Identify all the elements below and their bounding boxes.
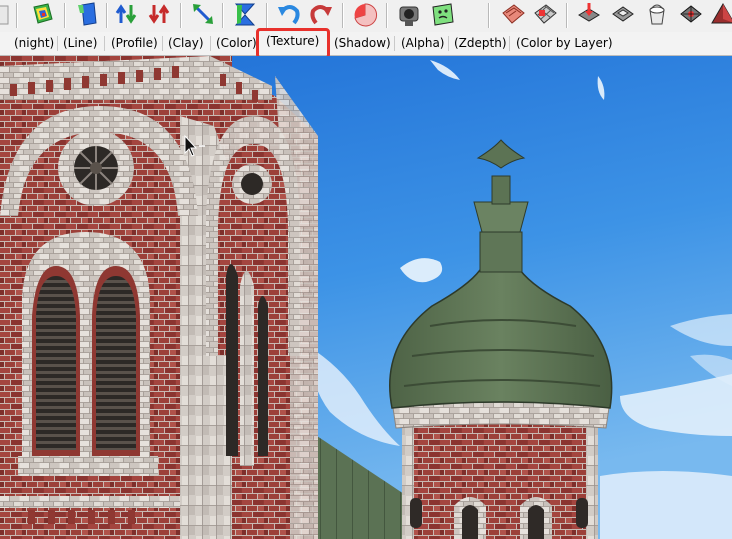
hourglass-icon[interactable] xyxy=(232,1,258,28)
pyramid-icon[interactable] xyxy=(710,1,732,28)
render-mode-bar: ( (night) (Line) (Profile) (Clay) (Color… xyxy=(0,32,732,56)
tab-separator xyxy=(394,36,395,51)
move-up-down-icon[interactable] xyxy=(114,1,140,28)
tab-separator xyxy=(448,36,449,51)
compass-icon[interactable] xyxy=(678,1,704,28)
tab-separator xyxy=(162,36,163,51)
main-tower xyxy=(0,56,318,539)
toolbar-separator xyxy=(266,3,268,28)
tab-color-by-layer[interactable]: (Color by Layer) xyxy=(516,35,613,52)
toolbar-separator xyxy=(488,3,490,28)
face-map-icon[interactable] xyxy=(430,1,456,28)
toolbar-separator xyxy=(566,3,568,28)
tab-profile[interactable]: (Profile) xyxy=(111,35,158,52)
toolbar-separator xyxy=(16,3,18,28)
move-down-icon[interactable] xyxy=(146,1,172,28)
tab-separator xyxy=(509,36,510,51)
toolbar-separator xyxy=(180,3,182,28)
tab-line[interactable]: (Line) xyxy=(63,35,97,52)
bucket-icon[interactable] xyxy=(644,1,670,28)
toolbar-separator xyxy=(222,3,224,28)
toolbar-separator xyxy=(386,3,388,28)
terrain-icon[interactable] xyxy=(500,1,526,28)
tab-clay[interactable]: (Clay) xyxy=(168,35,204,52)
tab-zdepth[interactable]: (Zdepth) xyxy=(454,35,507,52)
tab-texture[interactable]: (Texture) xyxy=(266,33,319,50)
scene-render xyxy=(0,56,732,539)
grid-select-icon[interactable] xyxy=(532,1,558,28)
resize-diagonal-icon[interactable] xyxy=(190,1,216,28)
3d-viewport[interactable] xyxy=(0,56,732,539)
tab-alpha[interactable]: (Alpha) xyxy=(401,35,444,52)
tab-partial[interactable]: ( xyxy=(0,35,1,52)
tab-night[interactable]: (night) xyxy=(14,35,54,52)
rotate-left-icon[interactable] xyxy=(276,1,302,28)
tab-color[interactable]: (Color) xyxy=(216,35,257,52)
ground-view-icon[interactable] xyxy=(610,1,636,28)
tab-separator xyxy=(57,36,58,51)
toolbar-separator xyxy=(64,3,66,28)
cube-drop-icon[interactable] xyxy=(576,1,602,28)
camera-figure-icon[interactable] xyxy=(396,1,422,28)
tab-separator xyxy=(104,36,105,51)
tab-shadow[interactable]: (Shadow) xyxy=(334,35,391,52)
partial-icon[interactable] xyxy=(0,1,12,28)
rotate-right-icon[interactable] xyxy=(308,1,334,28)
tab-separator xyxy=(210,36,211,51)
toolbar-separator xyxy=(106,3,108,28)
layer-cube-icon[interactable] xyxy=(30,1,56,28)
pie-slice-icon[interactable] xyxy=(352,1,378,28)
bookmark-icon[interactable] xyxy=(74,1,100,28)
main-toolbar xyxy=(0,0,732,33)
toolbar-separator xyxy=(342,3,344,28)
